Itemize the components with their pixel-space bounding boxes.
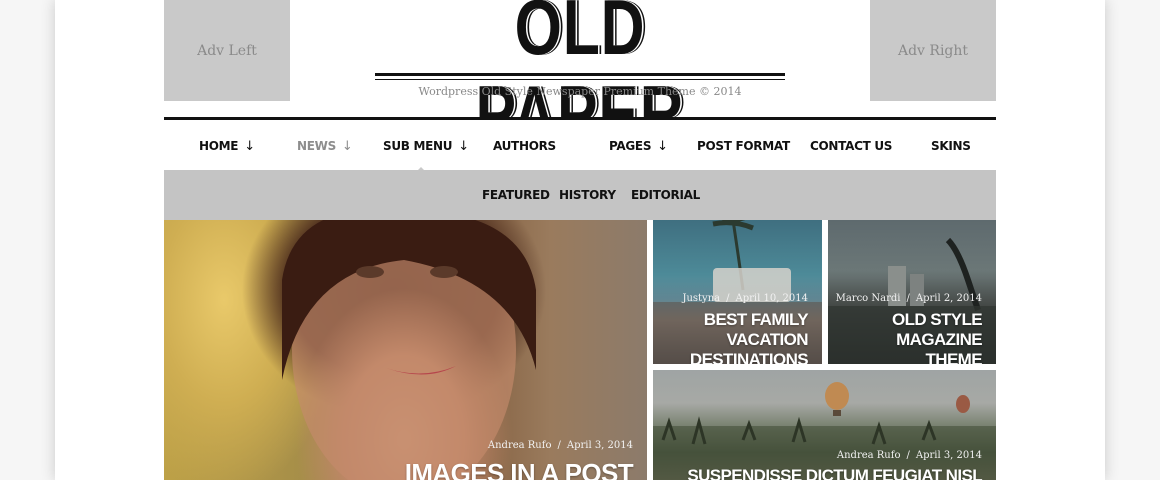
post-tile-city[interactable]: Marco Nardi / April 2, 2014 OLD STYLE MAGA… <box>828 220 996 364</box>
site-tagline: Wordpress Old Style Newspaper Premium Th… <box>418 85 742 98</box>
sub-nav: FEATURED HISTORY EDITORIAL <box>164 170 996 220</box>
meta-separator: / <box>557 440 561 451</box>
post-author[interactable]: Marco Nardi <box>836 293 901 304</box>
post-author[interactable]: Andrea Rufo <box>837 450 901 461</box>
logo-rule-thick <box>375 73 785 76</box>
meta-separator: / <box>726 293 730 304</box>
arrow-down-icon: ↓ <box>458 138 469 154</box>
nav-item-pages[interactable]: PAGES ↓ <box>609 120 668 172</box>
post-title-line: THEME <box>925 350 982 364</box>
nav-item-skins-label: SKINS <box>931 139 971 153</box>
sub-nav-history[interactable]: HISTORY <box>559 170 616 220</box>
post-meta: Marco Nardi / April 2, 2014 <box>836 293 982 304</box>
nav-item-sub-menu[interactable]: SUB MENU ↓ <box>383 120 469 172</box>
nav-item-skins[interactable]: SKINS <box>931 120 971 172</box>
post-date: April 10, 2014 <box>735 293 808 304</box>
post-date: April 3, 2014 <box>566 440 633 451</box>
arrow-down-icon: ↓ <box>244 138 255 154</box>
sub-nav-featured-label: FEATURED <box>482 188 550 202</box>
nav-item-news[interactable]: NEWS ↓ <box>297 120 353 172</box>
post-title[interactable]: BEST FAMILY VACATION DESTINATIONS <box>653 310 809 364</box>
page-container: Adv Left Adv Right OLD PAPER Wordpress O… <box>55 0 1105 480</box>
post-title-line: BEST FAMILY VACATION <box>703 310 809 349</box>
post-meta: Justyna / April 10, 2014 <box>682 293 808 304</box>
post-title[interactable]: OLD STYLE MAGAZINE THEME <box>828 310 983 364</box>
sub-nav-featured[interactable]: FEATURED <box>482 170 550 220</box>
meta-separator: / <box>906 293 910 304</box>
ad-left[interactable]: Adv Left <box>164 0 290 101</box>
post-tile-balloon[interactable]: Andrea Rufo / April 3, 2014 SUSPENDISSE DI… <box>653 370 996 480</box>
post-author[interactable]: Justyna <box>682 293 720 304</box>
meta-separator: / <box>906 450 910 461</box>
nav-item-post-format-label: POST FORMAT <box>697 139 790 153</box>
post-author[interactable]: Andrea Rufo <box>488 440 552 451</box>
arrow-down-icon: ↓ <box>341 138 353 154</box>
nav-item-news-label: NEWS <box>297 139 336 153</box>
post-meta: Andrea Rufo / April 3, 2014 <box>837 450 982 461</box>
nav-item-authors-label: AUTHORS <box>493 139 556 153</box>
post-tile-beach[interactable]: Justyna / April 10, 2014 BEST FAMILY VACAT… <box>653 220 822 364</box>
balloon-landscape-image <box>653 382 996 480</box>
post-title-line: DESTINATIONS <box>689 350 809 364</box>
nav-item-contact-us[interactable]: CONTACT US <box>810 120 892 172</box>
ad-right-label: Adv Right <box>897 42 969 59</box>
post-title-line: OLD STYLE MAGAZINE <box>892 310 983 349</box>
post-title[interactable]: IMAGES IN A POST <box>405 458 634 480</box>
post-meta: Andrea Rufo / April 3, 2014 <box>488 440 633 451</box>
post-date: April 3, 2014 <box>915 450 982 461</box>
post-title[interactable]: SUSPENDISSE DICTUM FEUGIAT NISL <box>687 466 982 480</box>
post-tile-featured[interactable]: Andrea Rufo / April 3, 2014 IMAGES IN A PO… <box>164 220 647 480</box>
logo-rule-thin <box>375 79 785 80</box>
sub-nav-history-label: HISTORY <box>559 188 616 202</box>
post-date: April 2, 2014 <box>915 293 982 304</box>
ad-left-label: Adv Left <box>197 42 257 59</box>
ad-right[interactable]: Adv Right <box>870 0 996 101</box>
nav-item-post-format[interactable]: POST FORMAT <box>697 120 790 172</box>
nav-item-home-label: HOME <box>199 139 239 153</box>
nav-item-contact-us-label: CONTACT US <box>810 139 893 153</box>
sub-nav-editorial[interactable]: EDITORIAL <box>631 170 700 220</box>
arrow-down-icon: ↓ <box>657 138 668 154</box>
nav-item-authors[interactable]: AUTHORS <box>493 120 556 172</box>
sub-nav-editorial-label: EDITORIAL <box>631 188 700 202</box>
main-nav: HOME ↓ NEWS ↓ SUB MENU ↓ AUTHORS PAGES ↓… <box>164 117 996 175</box>
nav-item-sub-menu-label: SUB MENU <box>383 139 453 153</box>
nav-item-home[interactable]: HOME ↓ <box>199 120 255 172</box>
nav-item-pages-label: PAGES <box>609 139 652 153</box>
